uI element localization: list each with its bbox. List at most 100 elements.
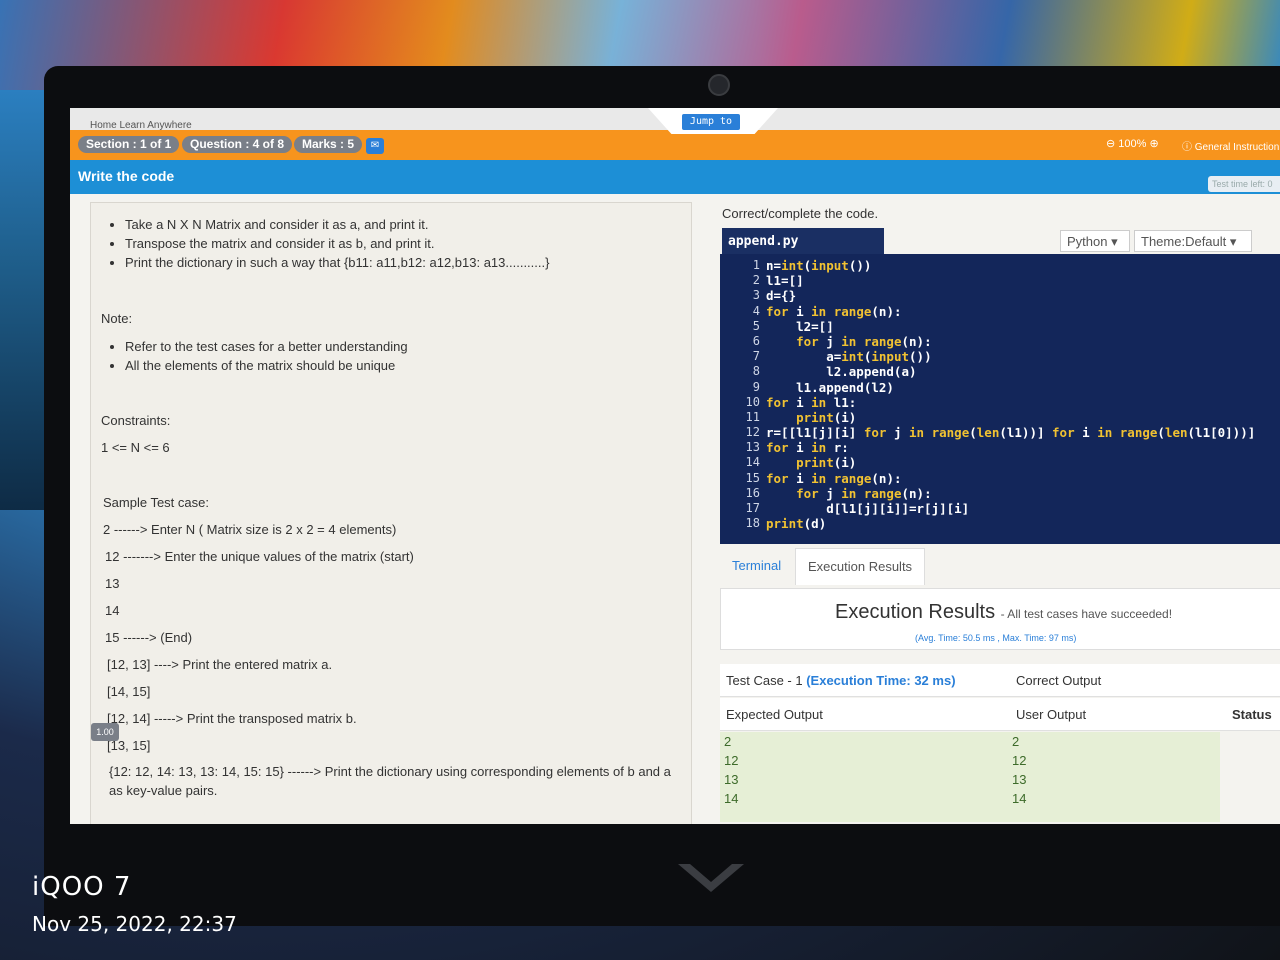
task-item: Print the dictionary in such a way that … [125,253,549,272]
code-line[interactable]: d={} [766,288,1255,303]
code-line[interactable]: print(i) [766,455,1255,470]
code-line[interactable]: d[l1[j][i]]=r[j][i] [766,501,1255,516]
tab-execution-results[interactable]: Execution Results [795,548,926,585]
code-line[interactable]: for i in range(n): [766,471,1255,486]
chevron-down-icon: ▾ [1111,234,1118,249]
problem-panel: Take a N X N Matrix and consider it as a… [90,202,692,824]
line-number: 17 [745,501,760,515]
constraints-heading: Constraints: [101,413,171,428]
zoom-level: 100% [1118,138,1147,150]
code-line[interactable]: l2=[] [766,319,1255,334]
expected-output-heading: Expected Output [726,707,823,722]
editor-instruction: Correct/complete the code. [722,206,879,221]
sample-line: 12 -------> Enter the unique values of t… [105,549,414,564]
browser-screen: Home Learn Anywhere Section : 1 of 1 Que… [70,108,1280,824]
sample-heading: Sample Test case: [103,495,209,510]
code-line[interactable]: for j in range(n): [766,334,1255,349]
phone-brand-watermark: iQOO 7 [32,872,132,902]
question-pill[interactable]: Question : 4 of 8 [182,136,293,153]
sample-line: 14 [105,603,120,618]
time-left: Test time left: 0 [1208,176,1280,192]
expected-value: 13 [724,772,739,787]
line-number: 18 [745,516,760,531]
zoom-control[interactable]: ⊖ 100% ⊕ [1106,137,1159,150]
brand-logo-icon [678,864,744,892]
code-line[interactable]: l1.append(l2) [766,380,1255,395]
task-item: Transpose the matrix and consider it as … [125,234,549,253]
line-number: 3 [752,288,760,303]
line-number: 8 [752,364,760,379]
code-line[interactable]: for i in range(n): [766,304,1255,319]
code-line[interactable]: print(d) [766,516,1255,531]
line-number: 11 [745,409,760,424]
theme-select[interactable]: Theme:Default ▾ [1134,230,1252,252]
sample-line: [12, 14] -----> Print the transposed mat… [107,711,357,726]
line-number: 9 [752,379,760,394]
note-heading: Note: [101,311,133,326]
code-line[interactable]: a=int(input()) [766,349,1255,364]
results-title-text: Execution Results [835,601,996,623]
line-number: 12 [745,425,760,440]
output-values: 2 12 13 14 2 12 13 14 [720,732,1220,822]
line-number: 7 [752,349,760,364]
sample-line: [12, 13] ----> Print the entered matrix … [107,657,333,672]
expected-value: 12 [724,753,739,768]
page-title: Write the code [78,168,175,184]
score-badge: 1.00 [91,723,119,741]
line-number: 5 [752,318,760,333]
task-list: Take a N X N Matrix and consider it as a… [91,215,549,272]
sample-line: 15 ------> (End) [105,630,193,645]
output-columns: Expected Output User Output Status [720,698,1280,731]
code-line[interactable]: n=int(input()) [766,258,1255,273]
status-heading: Status [1232,707,1272,722]
general-instructions-label: General Instruction [1194,142,1280,153]
code-lines[interactable]: n=int(input()) l1=[] d={} for i in range(n)… [766,258,1255,531]
line-number: 1 [752,258,760,272]
sample-line: as key-value pairs. [109,783,218,798]
chevron-down-icon: ▾ [1229,234,1237,249]
sample-line: 13 [105,576,120,591]
tab-terminal[interactable]: Terminal [720,548,793,584]
code-line[interactable]: for i in r: [766,440,1255,455]
language-select[interactable]: Python ▾ [1060,230,1130,252]
question-title-bar: Write the code Test time left: 0 [70,160,1280,194]
photo-timestamp: Nov 25, 2022, 22:37 [32,912,237,936]
test-case-header: Test Case - 1 (Execution Time: 32 ms) Co… [720,664,1280,697]
jump-to-button[interactable]: Jump to [682,114,740,130]
note-item: Refer to the test cases for a better und… [125,337,408,356]
user-value: 12 [1012,753,1027,768]
line-number: 16 [745,485,760,500]
code-line[interactable]: for j in range(n): [766,486,1255,501]
chat-icon[interactable]: ✉ [366,138,384,154]
task-item: Take a N X N Matrix and consider it as a… [125,215,549,234]
user-output-heading: User Output [1016,707,1087,722]
code-editor[interactable]: 1 2 3 4 5 6 7 8 9 10 11 12 13 14 15 16 17 18 n=int(input(… [720,254,1280,544]
line-number: 14 [745,455,760,470]
user-values: 2 12 13 14 [1012,732,1026,808]
webcam-icon [708,74,730,96]
exam-header: Section : 1 of 1 Question : 4 of 8 Marks… [70,130,1280,160]
code-line[interactable]: r=[[l1[j][i] for j in range(len(l1))] fo… [766,425,1255,440]
expected-value: 2 [724,734,732,749]
sample-line: 2 ------> Enter N ( Matrix size is 2 x 2… [103,522,397,537]
editor-panel: Correct/complete the code. append.py Pyt… [720,202,1280,824]
case-label-text: Test Case - 1 [726,673,803,688]
line-number: 15 [745,470,760,485]
language-value: Python [1067,234,1108,249]
line-number: 10 [745,394,760,409]
code-line[interactable]: l2.append(a) [766,364,1255,379]
line-numbers: 1 2 3 4 5 6 7 8 9 10 11 12 13 14 15 16 17 18 [720,258,760,531]
results-title: Execution Results - All test cases have … [835,601,1172,624]
user-value: 14 [1012,791,1027,806]
code-line[interactable]: for i in l1: [766,395,1255,410]
user-value: 2 [1012,734,1020,749]
code-line[interactable]: l1=[] [766,273,1255,288]
section-pill[interactable]: Section : 1 of 1 [78,136,180,153]
code-line[interactable]: print(i) [766,410,1255,425]
case-label: Test Case - 1 (Execution Time: 32 ms) [726,673,956,688]
line-number: 6 [752,333,760,348]
general-instructions-link[interactable]: ⓘ General Instruction [1182,138,1279,153]
line-number: 13 [745,440,760,455]
results-timing: (Avg. Time: 50.5 ms , Max. Time: 97 ms) [915,633,1077,643]
results-status: - All test cases have succeeded! [1000,607,1173,621]
